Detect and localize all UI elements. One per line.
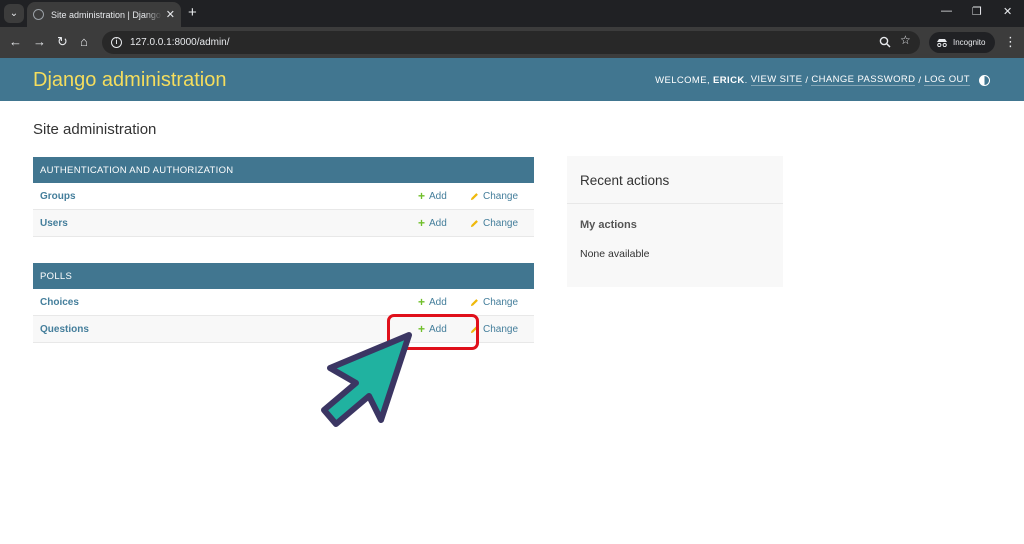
browser-tab[interactable]: Site administration | Django site admin … [27,2,181,27]
model-link-users[interactable]: Users [40,218,68,229]
add-link-groups[interactable]: + Add [418,189,447,203]
new-tab-button[interactable]: + [188,4,197,22]
module-caption[interactable]: POLLS [33,263,534,289]
minimize-icon[interactable]: — [941,5,952,17]
model-link-choices[interactable]: Choices [40,297,79,308]
browser-tab-strip: ⌄ Site administration | Django site admi… [0,0,1024,27]
change-label: Change [483,323,519,335]
pencil-icon [470,298,478,306]
pencil-icon [470,192,478,200]
model-link-groups[interactable]: Groups [40,191,76,202]
close-window-icon[interactable]: ✕ [1003,5,1012,18]
add-link-choices[interactable]: + Add [418,295,447,309]
view-site-link[interactable]: VIEW SITE [750,74,803,86]
tab-close-icon[interactable]: ✕ [166,8,175,21]
separator: / [918,74,922,86]
home-icon[interactable]: ⌂ [80,34,88,50]
back-arrow-icon[interactable]: ← [9,34,22,50]
model-link-questions[interactable]: Questions [40,324,89,335]
add-plus-icon: + [418,295,426,309]
add-label: Add [429,190,447,202]
model-row-choices: Choices + Add Change [33,289,534,316]
model-row-groups: Groups + Add Change [33,183,534,210]
site-info-icon[interactable]: i [111,37,122,48]
add-link-users[interactable]: + Add [418,216,447,230]
add-plus-icon: + [418,216,426,230]
welcome-text: WELCOME, [655,74,711,86]
tab-search-chevron-icon[interactable]: ⌄ [4,4,24,23]
change-password-link[interactable]: CHANGE PASSWORD [811,74,916,86]
incognito-indicator[interactable]: Incognito [929,32,995,53]
user-tools: WELCOME, ERICK. VIEW SITE / CHANGE PASSW… [655,74,990,86]
add-label: Add [429,296,447,308]
username: ERICK [713,74,745,86]
browser-toolbar: ← → ↻ ⌂ i 127.0.0.1:8000/admin/ ☆ Incogn… [0,27,1024,58]
page-title: Site administration [33,121,157,138]
my-actions-heading: My actions [580,219,637,231]
incognito-label: Incognito [953,38,986,47]
module-auth: AUTHENTICATION AND AUTHORIZATION Groups … [33,157,534,237]
restore-icon[interactable]: ❐ [972,5,982,18]
tab-title: Site administration | Django site admin [51,9,162,20]
change-label: Change [483,217,519,229]
reload-icon[interactable]: ↻ [57,34,68,50]
address-bar[interactable]: i 127.0.0.1:8000/admin/ [102,31,920,54]
change-label: Change [483,296,519,308]
recent-actions-panel: Recent actions My actions None available [567,156,783,287]
change-label: Change [483,190,519,202]
admin-header: Django administration WELCOME, ERICK. VI… [0,58,1024,101]
change-link-groups[interactable]: Change [470,191,518,202]
pencil-icon [470,219,478,227]
model-row-users: Users + Add Change [33,210,534,237]
change-link-users[interactable]: Change [470,218,518,229]
site-branding[interactable]: Django administration [33,69,226,92]
incognito-icon [937,38,947,47]
zoom-icon[interactable] [879,36,891,48]
divider [567,203,783,204]
log-out-link[interactable]: LOG OUT [924,74,970,86]
browser-menu-icon[interactable]: ⋮ [1004,34,1017,50]
theme-toggle-icon[interactable] [979,74,990,86]
annotation-pointer-arrow-icon [321,332,412,427]
module-caption[interactable]: AUTHENTICATION AND AUTHORIZATION [33,157,534,183]
recent-actions-title: Recent actions [580,173,670,188]
globe-icon [33,9,44,20]
none-available-text: None available [580,248,650,260]
url-text: 127.0.0.1:8000/admin/ [130,37,230,48]
forward-arrow-icon[interactable]: → [33,34,46,50]
add-plus-icon: + [418,189,426,203]
separator: / [805,74,809,86]
change-link-choices[interactable]: Change [470,297,518,308]
bookmark-star-icon[interactable]: ☆ [900,33,911,47]
add-label: Add [429,217,447,229]
